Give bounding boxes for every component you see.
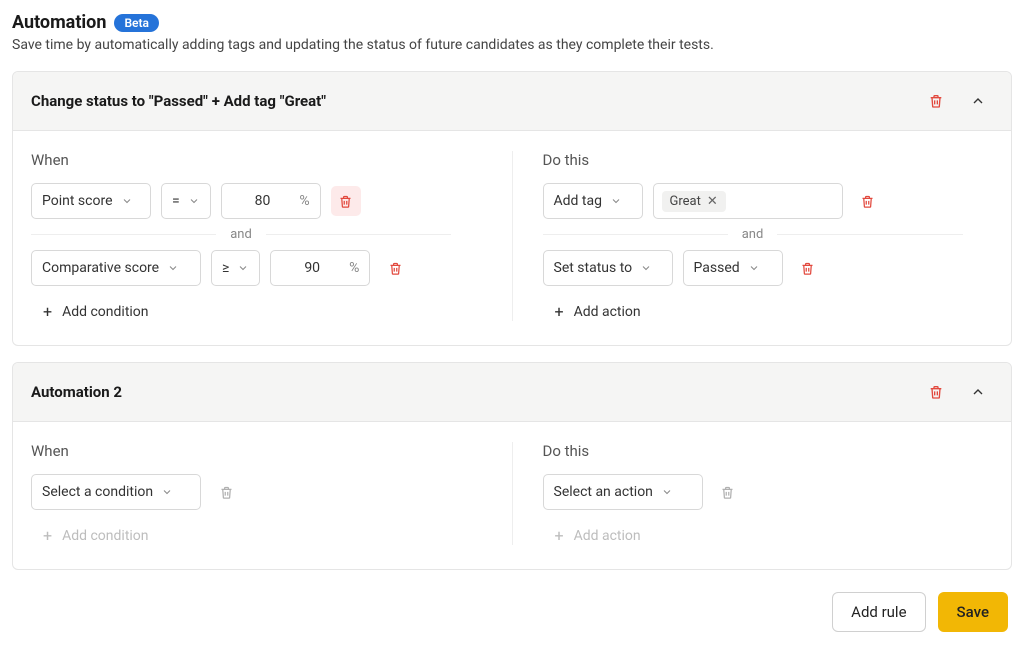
add-condition-label: Add condition [62, 528, 148, 544]
add-condition-button: + Add condition [43, 528, 149, 544]
when-label: When [31, 442, 482, 460]
action-type-value: Set status to [554, 260, 633, 276]
action-value: Passed [694, 260, 740, 276]
delete-action-button[interactable] [793, 253, 823, 283]
chevron-down-icon [161, 486, 173, 498]
add-condition-label: Add condition [62, 304, 148, 320]
percent-suffix: % [299, 193, 309, 209]
and-separator: and [738, 227, 768, 242]
chevron-down-icon [748, 262, 760, 274]
page-subtitle: Save time by automatically adding tags a… [12, 37, 1012, 53]
action-type-value: Add tag [554, 193, 602, 209]
beta-badge: Beta [114, 14, 159, 32]
rule-title: Change status to "Passed" + Add tag "Gre… [31, 92, 909, 110]
action-type-select[interactable]: Set status to [543, 250, 673, 286]
action-placeholder: Select an action [554, 484, 653, 500]
delete-action-button[interactable] [713, 477, 743, 507]
delete-condition-button[interactable] [211, 477, 241, 507]
chevron-down-icon [188, 195, 200, 207]
chevron-down-icon [121, 195, 133, 207]
tag-chip: Great ✕ [662, 191, 726, 212]
add-condition-button[interactable]: + Add condition [43, 304, 149, 320]
page-title: Automation [12, 12, 106, 33]
condition-field-select[interactable]: Comparative score [31, 250, 201, 286]
automation-rule: Automation 2 When Select a condition + A… [12, 362, 1012, 570]
add-action-label: Add action [574, 528, 641, 544]
action-type-select[interactable]: Select an action [543, 474, 703, 510]
condition-value: 90 [281, 260, 343, 276]
do-this-label: Do this [543, 442, 994, 460]
rule-title: Automation 2 [31, 383, 909, 401]
plus-icon: + [43, 528, 52, 544]
condition-field-select[interactable]: Select a condition [31, 474, 201, 510]
remove-chip-icon[interactable]: ✕ [707, 194, 718, 209]
condition-value: 80 [232, 193, 294, 209]
chevron-down-icon [661, 486, 673, 498]
delete-condition-button[interactable] [331, 186, 361, 216]
chevron-down-icon [610, 195, 622, 207]
condition-field-select[interactable]: Point score [31, 183, 151, 219]
collapse-rule-button[interactable] [963, 377, 993, 407]
automation-rule: Change status to "Passed" + Add tag "Gre… [12, 71, 1012, 346]
condition-operator-select[interactable]: = [161, 183, 211, 219]
add-action-label: Add action [574, 304, 641, 320]
collapse-rule-button[interactable] [963, 86, 993, 116]
delete-rule-button[interactable] [921, 86, 951, 116]
chevron-down-icon [237, 262, 249, 274]
percent-suffix: % [349, 260, 359, 276]
delete-rule-button[interactable] [921, 377, 951, 407]
and-separator: and [226, 227, 256, 242]
add-rule-button[interactable]: Add rule [832, 592, 925, 632]
chevron-down-icon [167, 262, 179, 274]
tag-chip-label: Great [670, 194, 701, 209]
plus-icon: + [43, 304, 52, 320]
action-type-select[interactable]: Add tag [543, 183, 643, 219]
do-this-label: Do this [543, 151, 994, 169]
condition-operator-value: ≥ [222, 260, 229, 276]
condition-value-input[interactable]: 80 % [221, 183, 321, 219]
condition-value-input[interactable]: 90 % [270, 250, 370, 286]
plus-icon: + [555, 304, 564, 320]
save-button[interactable]: Save [938, 592, 1008, 632]
condition-placeholder: Select a condition [42, 484, 153, 500]
tag-input[interactable]: Great ✕ [653, 183, 843, 219]
add-action-button: + Add action [555, 528, 641, 544]
condition-field-value: Point score [42, 193, 113, 209]
condition-operator-select[interactable]: ≥ [211, 250, 260, 286]
plus-icon: + [555, 528, 564, 544]
action-value-select[interactable]: Passed [683, 250, 783, 286]
condition-operator-value: = [172, 193, 180, 209]
chevron-down-icon [640, 262, 652, 274]
delete-condition-button[interactable] [380, 253, 410, 283]
add-action-button[interactable]: + Add action [555, 304, 641, 320]
when-label: When [31, 151, 482, 169]
condition-field-value: Comparative score [42, 260, 159, 276]
delete-action-button[interactable] [853, 186, 883, 216]
